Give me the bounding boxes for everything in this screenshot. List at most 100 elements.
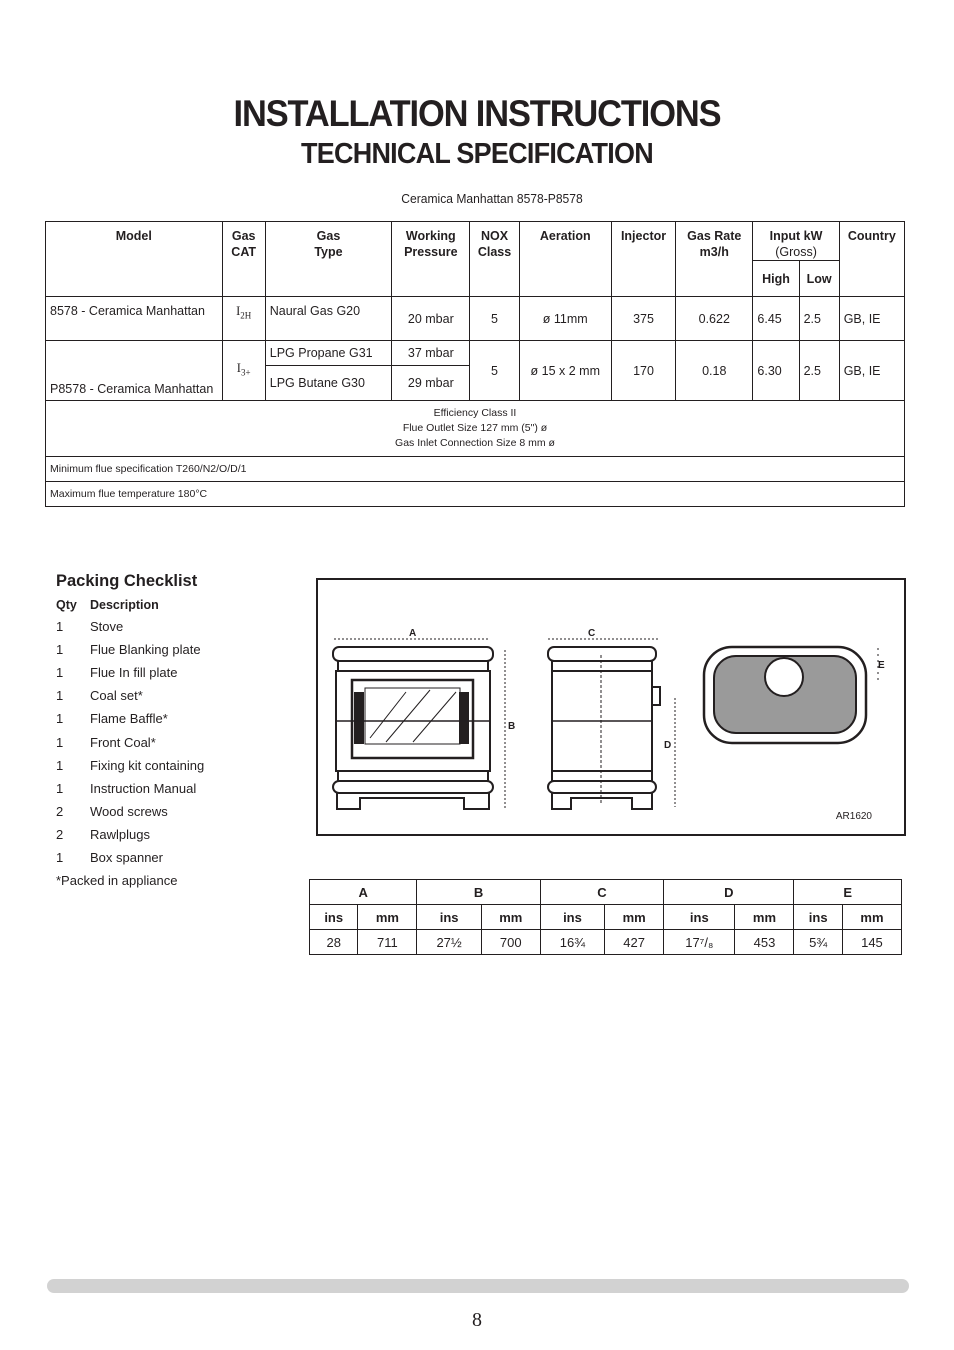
flue-outlet-circle [764,657,804,697]
packing-item: 1 Flue In fill plate [56,661,204,684]
header-gas-type: Gas Type [264,221,393,297]
min-flue-spec: Minimum flue specification T260/N2/O/D/1 [45,456,905,482]
table-row: 8578 - Ceramica Manhattan I2H Naural Gas… [45,296,906,341]
packing-note: *Packed in appliance [56,873,178,889]
packing-item-qty: 1 [56,734,64,750]
cell-high: 6.45 [752,296,800,341]
packing-item-qty: 1 [56,757,64,773]
door-hinge-left [354,692,364,744]
front-door [350,678,475,760]
efficiency-class: Efficiency Class II [433,407,517,419]
packing-item: 1 Coal set* [56,684,204,707]
glass-reflection [369,691,407,739]
dimension-group-e: E [793,879,902,905]
diagram-reference: AR1620 [835,811,872,822]
label-e: E [878,660,885,671]
packing-checklist: Packing Checklist Qty Description 1 Stove… [56,572,204,892]
gas-inlet-size: Gas Inlet Connection Size 8 mm ø [395,437,555,449]
packing-item: 2 Wood screws [56,800,204,823]
dimension-group-row: ABCDE [308,879,902,905]
packing-item-qty: 1 [56,849,64,865]
front-feet [336,793,490,810]
unit-mm: mm [357,904,418,930]
dimension-b-mm: 700 [480,929,541,955]
dimension-a-ins: 28 [308,929,359,955]
label-a: A [409,628,416,639]
side-top-band [551,660,653,672]
cell-gas-rate: 0.622 [675,296,754,341]
unit-ins: ins [308,904,359,930]
dimension-group-c: C [539,879,665,905]
cell-model: 8578 - Ceramica Manhattan [45,296,223,341]
cell-injector: 170 [610,340,677,401]
cell-low: 2.5 [798,340,840,401]
dimension-group-d: D [663,879,795,905]
cell-nox: 5 [469,296,520,341]
gas-inlet [651,686,661,706]
dimension-c-mm: 427 [604,929,665,955]
side-top-plate [547,646,657,662]
unit-ins: ins [663,904,736,930]
unit-ins: ins [539,904,606,930]
header-country: Country [838,221,906,297]
packing-item: 1 Front Coal* [56,730,204,753]
packing-item-description: Flue Blanking plate [90,642,201,658]
cell-low: 2.5 [798,296,840,341]
header-working-pressure: Working Pressure [391,221,471,297]
packing-item-description: Rawlplugs [90,826,150,842]
packing-item-qty: 1 [56,780,64,796]
table-caption: Ceramica Manhattan 8578-P8578 [401,191,583,206]
label-c: C [588,628,595,639]
packing-item: 1 Flue Blanking plate [56,638,204,661]
header-nox-class: NOX Class [469,221,520,297]
cell-gas-type: Naural Gas G20 [264,296,393,341]
cell-gas-rate: 0.18 [675,340,754,401]
side-view [547,638,676,810]
cell-country: GB, IE [838,340,906,401]
cell-aeration: ø 15 x 2 mm [518,340,612,401]
cell-gas-cat: I3+ [221,340,266,401]
header-input-kw: Input kW (Gross) [752,221,840,261]
cell-gas-type-butane: LPG Butane G30 [264,365,393,401]
unit-row: ins mm ins mm ins mm ins mm ins mm [308,904,903,930]
dimension-d-ins: 17⁷/₈ [663,929,736,955]
page-number: 8 [472,1309,482,1331]
header-gas-cat: Gas CAT [221,221,266,297]
efficiency-notes: Efficiency Class II Flue Outlet Size 127… [45,400,905,457]
dimension-e-mm: 145 [841,929,903,955]
packing-item: 2 Rawlplugs [56,823,204,846]
section-title: TECHNICAL SPECIFICATION [300,138,654,170]
packing-items: 1 Stove 1 Flue Blanking plate 1 Flue In fill … [56,615,204,869]
unit-mm: mm [734,904,795,930]
label-b: B [508,721,515,732]
qty-header: Qty [56,598,77,612]
packing-item-qty: 2 [56,826,64,842]
side-base-plate [547,780,657,794]
cell-country: GB, IE [838,296,906,341]
cell-pressure-propane: 37 mbar [391,340,471,366]
footer-bar [47,1279,909,1293]
packing-item: 1 Fixing kit containing [56,754,204,777]
notes-row: Minimum flue specification T260/N2/O/D/1 [45,456,905,482]
door-hinge-right [459,692,469,744]
dimension-d-mm: 453 [734,929,795,955]
diagram-drawing: A B C D E [332,628,885,810]
dimension-a-mm: 711 [357,929,418,955]
packing-item-qty: 1 [56,711,64,727]
unit-mm: mm [841,904,903,930]
unit-ins: ins [416,904,482,930]
header-row: Model Gas CAT Gas Type Working Pressure NOX… [45,221,906,297]
page-title: INSTALLATION INSTRUCTIONS [233,93,722,134]
packing-item-description: Coal set* [90,688,143,704]
dimension-c-ins: 16¾ [539,929,606,955]
notes-row: Maximum flue temperature 180°C [45,481,905,507]
description-header: Description [90,598,159,612]
front-glass [364,687,461,745]
cell-high: 6.30 [752,340,800,401]
packing-header: Qty Description [56,595,204,615]
glass-reflection [385,689,431,743]
label-d: D [664,740,671,751]
top-view [702,645,879,745]
front-view [332,638,506,810]
technical-spec-table: Model Gas CAT Gas Type Working Pressure NOX… [45,221,906,507]
